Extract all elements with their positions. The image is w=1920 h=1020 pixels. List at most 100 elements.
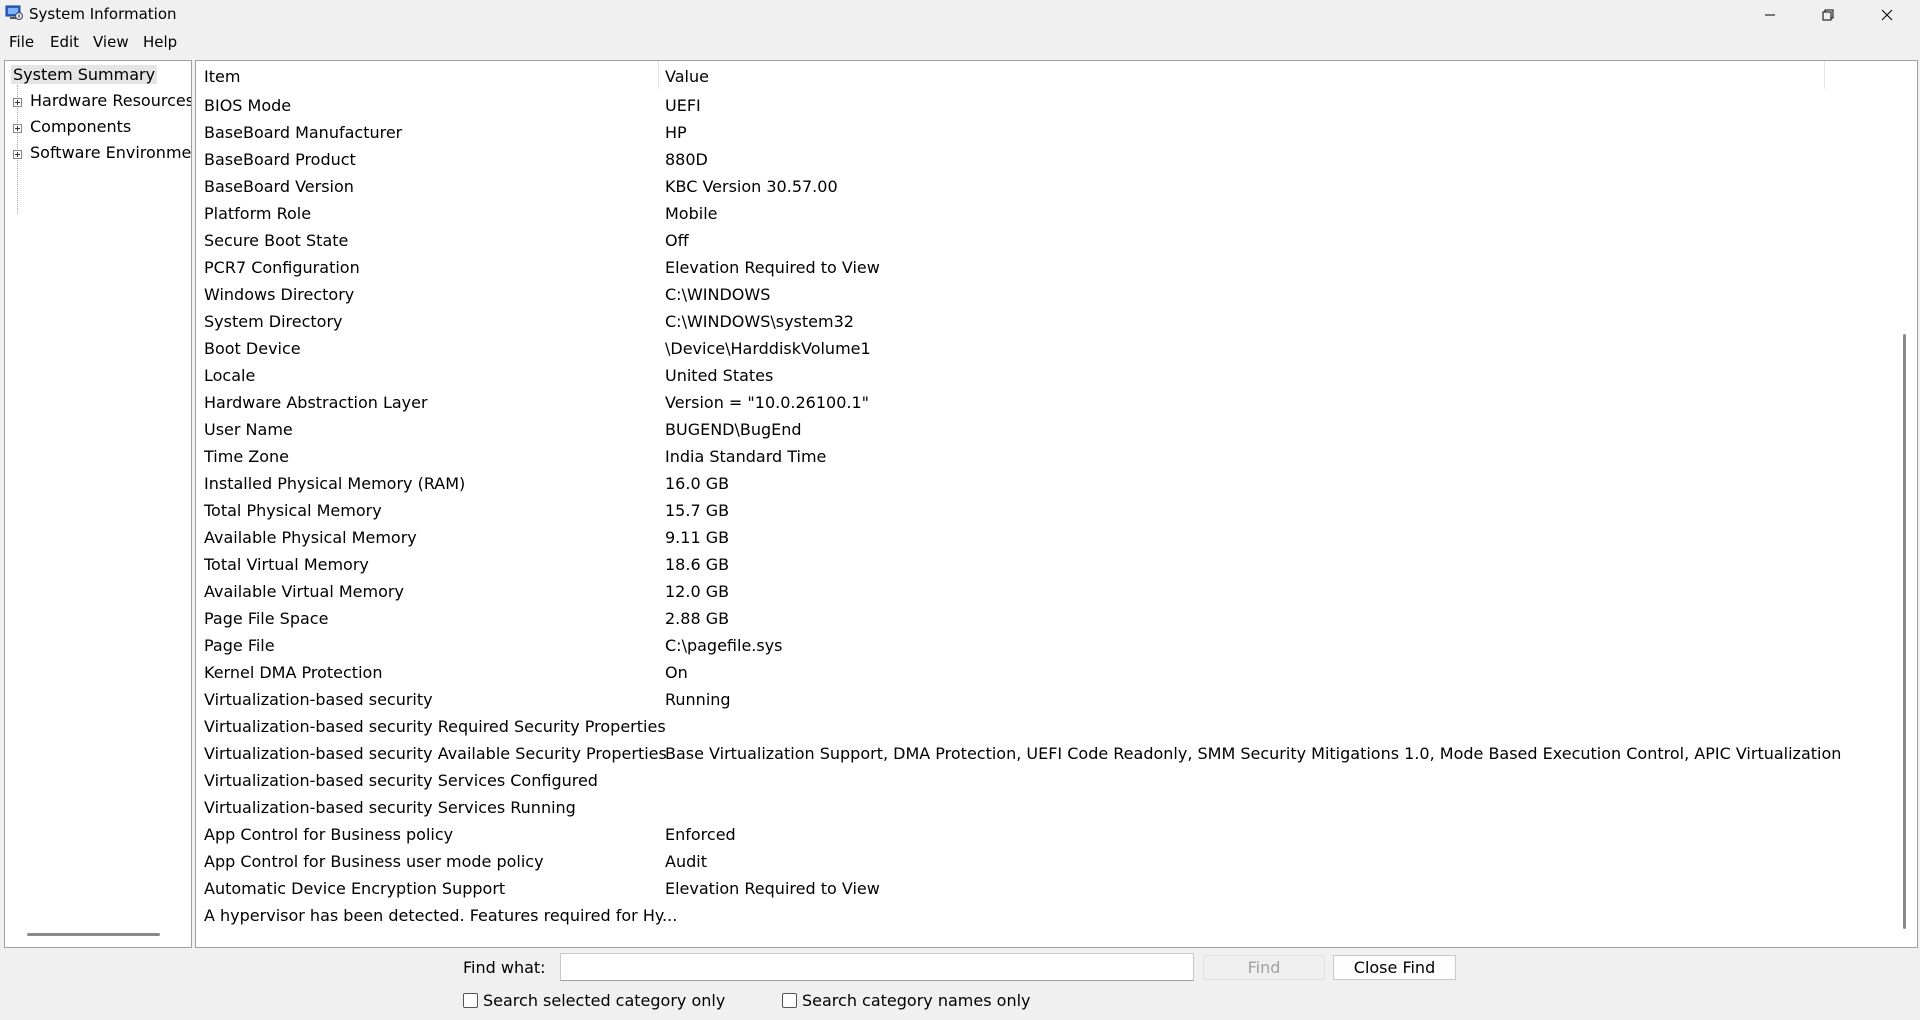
table-row[interactable]: BaseBoard Version KBC Version 30.57.00 [196,174,1896,201]
table-row[interactable]: Virtualization-based security Available … [196,741,1896,768]
system-information-app-icon [5,5,23,20]
find-what-label: Find what: [463,958,546,977]
table-row[interactable]: Virtualization-based security Services C… [196,768,1896,795]
tree-item-components[interactable]: Components [30,117,131,136]
tree-item-system-summary[interactable]: System Summary [11,65,158,84]
table-row[interactable]: Page File C:\pagefile.sys [196,633,1896,660]
row-value-cell: HP [665,123,687,142]
row-item-cell: Virtualization-based security [204,690,433,709]
table-row[interactable]: System Directory C:\WINDOWS\system32 [196,309,1896,336]
row-value-cell: 12.0 GB [665,582,730,601]
table-row[interactable]: Locale United States [196,363,1896,390]
table-row[interactable]: Windows Directory C:\WINDOWS [196,282,1896,309]
column-separator[interactable] [1824,61,1825,89]
menu-view[interactable]: View [93,33,129,51]
minimize-icon [1765,14,1775,15]
table-row[interactable]: Installed Physical Memory (RAM) 16.0 GB [196,471,1896,498]
details-list[interactable]: Item Value BIOS Mode UEFI BaseBoard Manufa… [195,60,1918,948]
close-find-button[interactable]: Close Find [1333,955,1456,980]
restore-icon [1822,9,1834,20]
find-what-input[interactable] [560,953,1194,981]
table-row[interactable]: Total Physical Memory 15.7 GB [196,498,1896,525]
minimize-button[interactable] [1741,0,1799,29]
row-item-cell: Available Virtual Memory [204,582,404,601]
table-row[interactable]: Kernel DMA Protection On [196,660,1896,687]
row-item-cell: Virtualization-based security Services R… [204,798,576,817]
row-value-cell: Running [665,690,731,709]
row-value-cell: KBC Version 30.57.00 [665,177,838,196]
row-value-cell: Off [665,231,689,250]
column-header-value[interactable]: Value [665,67,709,86]
row-value-cell: 16.0 GB [665,474,730,493]
row-value-cell: On [665,663,688,682]
table-row[interactable]: Available Physical Memory 9.11 GB [196,525,1896,552]
table-row[interactable]: Boot Device \Device\HarddiskVolume1 [196,336,1896,363]
row-item-cell: BIOS Mode [204,96,292,115]
row-value-cell: Elevation Required to View [665,879,880,898]
tree-item-hardware-resources[interactable]: Hardware Resources [30,91,191,110]
search-category-names-label: Search category names only [802,991,1031,1010]
row-item-cell: BaseBoard Product [204,150,356,169]
table-row[interactable]: BaseBoard Product 880D [196,147,1896,174]
window-title: System Information [29,5,177,23]
row-value-cell: 15.7 GB [665,501,730,520]
menu-edit[interactable]: Edit [50,33,79,51]
restore-button[interactable] [1799,0,1857,29]
row-item-cell: Page File [204,636,275,655]
row-item-cell: Virtualization-based security Required S… [204,717,666,736]
table-row[interactable]: Page File Space 2.88 GB [196,606,1896,633]
row-item-cell: Virtualization-based security Services C… [204,771,598,790]
tree-item-software-environment[interactable]: Software Environment [30,143,191,162]
table-row[interactable]: Virtualization-based security Running [196,687,1896,714]
menu-file[interactable]: File [9,33,34,51]
table-row[interactable]: Available Virtual Memory 12.0 GB [196,579,1896,606]
table-row[interactable]: User Name BUGEND\BugEnd [196,417,1896,444]
column-separator[interactable] [658,61,659,89]
close-button[interactable] [1858,0,1916,29]
row-item-cell: Locale [204,366,256,385]
table-row[interactable]: App Control for Business user mode polic… [196,849,1896,876]
row-item-cell: Secure Boot State [204,231,349,250]
expand-plus-icon[interactable] [13,150,22,159]
table-row[interactable]: App Control for Business policy Enforced [196,822,1896,849]
expand-plus-icon[interactable] [13,98,22,107]
table-row[interactable]: Time Zone India Standard Time [196,444,1896,471]
table-row[interactable]: BaseBoard Manufacturer HP [196,120,1896,147]
row-item-cell: BaseBoard Manufacturer [204,123,403,142]
row-value-cell: Version = "10.0.26100.1" [665,393,870,412]
search-category-names-checkbox[interactable] [782,993,797,1008]
table-row[interactable]: Automatic Device Encryption Support Eleva… [196,876,1896,903]
table-row[interactable]: Platform Role Mobile [196,201,1896,228]
row-item-cell: A hypervisor has been detected. Features… [204,906,678,925]
row-value-cell: Mobile [665,204,718,223]
column-header-item[interactable]: Item [204,67,240,86]
menu-bar: File Edit View Help [0,29,1920,55]
list-vertical-scrollbar[interactable] [1903,334,1906,929]
category-tree[interactable]: System Summary Hardware Resources Compon… [4,60,192,948]
menu-help[interactable]: Help [143,33,177,51]
row-value-cell: C:\pagefile.sys [665,636,783,655]
search-selected-category-checkbox[interactable] [463,993,478,1008]
row-item-cell: Boot Device [204,339,301,358]
table-row[interactable]: BIOS Mode UEFI [196,93,1896,120]
search-selected-category-label: Search selected category only [483,991,726,1010]
table-row[interactable]: PCR7 Configuration Elevation Required to … [196,255,1896,282]
find-button[interactable]: Find [1203,955,1325,980]
expand-plus-icon[interactable] [13,124,22,133]
row-item-cell: Total Physical Memory [204,501,382,520]
table-row[interactable]: Virtualization-based security Services R… [196,795,1896,822]
table-row[interactable]: Hardware Abstraction Layer Version = "10.… [196,390,1896,417]
row-item-cell: System Directory [204,312,343,331]
table-row[interactable]: Total Virtual Memory 18.6 GB [196,552,1896,579]
row-item-cell: BaseBoard Version [204,177,354,196]
row-item-cell: App Control for Business user mode polic… [204,852,544,871]
table-row[interactable]: A hypervisor has been detected. Features… [196,903,1896,930]
row-item-cell: Available Physical Memory [204,528,417,547]
row-item-cell: Platform Role [204,204,312,223]
tree-horizontal-scrollbar[interactable] [27,933,160,936]
row-item-cell: Virtualization-based security Available … [204,744,667,763]
row-value-cell: Enforced [665,825,736,844]
table-row[interactable]: Virtualization-based security Required S… [196,714,1896,741]
row-value-cell: C:\WINDOWS [665,285,771,304]
table-row[interactable]: Secure Boot State Off [196,228,1896,255]
